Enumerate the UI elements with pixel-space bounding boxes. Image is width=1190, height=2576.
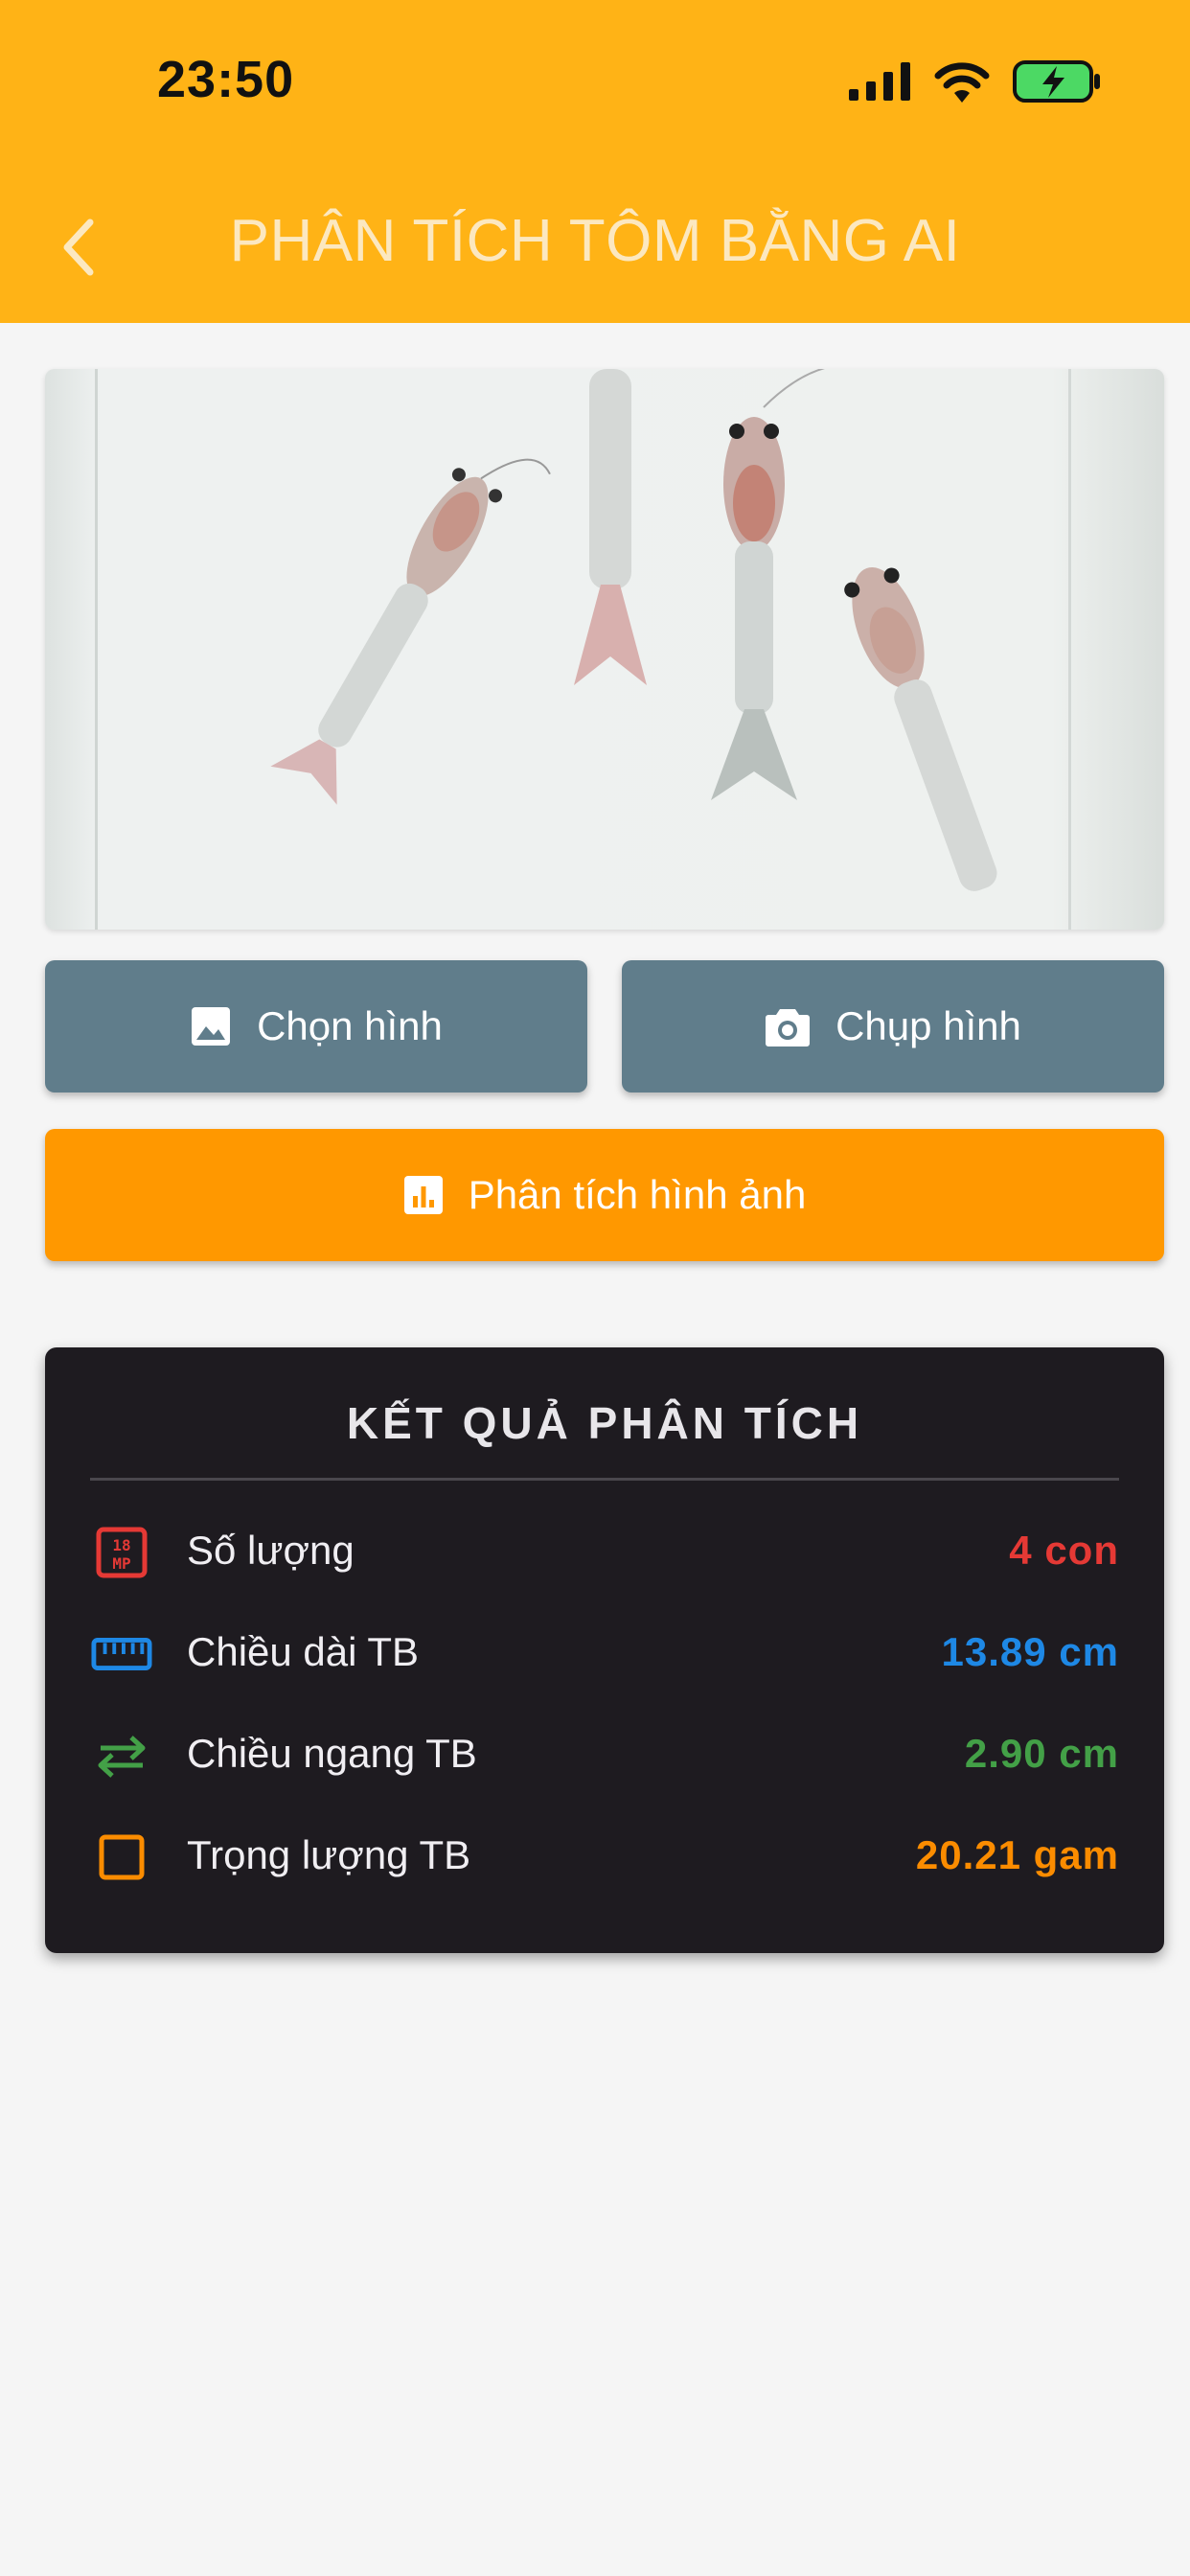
camera-icon <box>766 1009 811 1046</box>
image-icon <box>192 1007 231 1046</box>
analysis-results-card: KẾT QUẢ PHÂN TÍCH 18 MP Số lượng 4 con C… <box>45 1347 1164 1953</box>
result-row-width: Chiều ngang TB 2.90 cm <box>45 1717 1164 1794</box>
result-value: 20.21 gam <box>915 1832 1119 1877</box>
shrimp-photo <box>45 369 1164 930</box>
result-value: 2.90 cm <box>964 1731 1119 1776</box>
result-row-length: Chiều dài TB 13.89 cm <box>45 1616 1164 1692</box>
result-label: Chiều dài TB <box>187 1629 420 1674</box>
page-title: PHÂN TÍCH TÔM BẰNG AI <box>229 208 961 274</box>
square-icon <box>91 1827 152 1888</box>
pick-image-label: Chọn hình <box>257 1003 443 1048</box>
app-screen: 23:50 PHÂN TÍCH TÔM BẰNG AI Chọn hình Ch… <box>0 0 1190 2576</box>
analyze-image-button[interactable]: Phân tích hình ảnh <box>45 1129 1164 1261</box>
result-label: Trọng lượng TB <box>187 1832 471 1877</box>
cellular-signal-icon <box>849 62 910 101</box>
results-divider <box>90 1478 1119 1481</box>
ruler-icon <box>91 1623 152 1685</box>
counter-icon: 18 MP <box>91 1522 152 1583</box>
bar-chart-icon <box>403 1176 443 1214</box>
status-time: 23:50 <box>157 51 295 108</box>
wifi-icon <box>934 62 990 103</box>
result-row-count: 18 MP Số lượng 4 con <box>45 1514 1164 1591</box>
take-photo-button[interactable]: Chụp hình <box>622 960 1164 1092</box>
pick-image-button[interactable]: Chọn hình <box>45 960 587 1092</box>
results-title: KẾT QUẢ PHÂN TÍCH <box>346 1398 863 1448</box>
analyze-image-label: Phân tích hình ảnh <box>468 1172 807 1217</box>
take-photo-label: Chụp hình <box>835 1003 1021 1048</box>
result-label: Chiều ngang TB <box>187 1731 477 1776</box>
result-value: 4 con <box>1009 1528 1119 1573</box>
status-icons <box>847 58 1102 105</box>
result-label: Số lượng <box>187 1528 355 1573</box>
battery-charging-icon <box>1013 60 1100 103</box>
svg-text:MP: MP <box>112 1554 130 1573</box>
result-row-weight: Trọng lượng TB 20.21 gam <box>45 1819 1164 1896</box>
result-value: 13.89 cm <box>941 1629 1119 1674</box>
app-header: 23:50 PHÂN TÍCH TÔM BẰNG AI <box>0 0 1190 323</box>
swap-arrows-icon <box>91 1725 152 1786</box>
svg-text:18: 18 <box>112 1536 130 1554</box>
